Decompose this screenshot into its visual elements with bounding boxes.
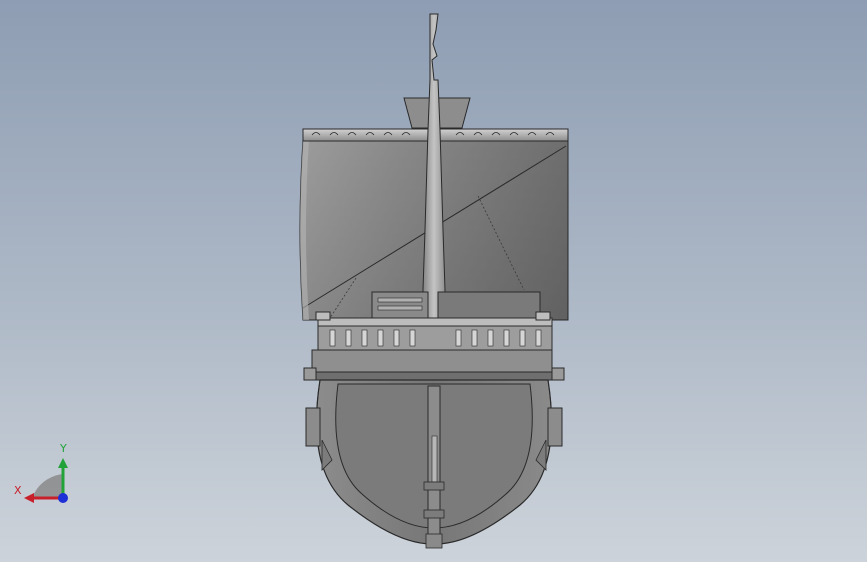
graphics-viewport[interactable]: Y X bbox=[0, 0, 867, 562]
ship-model[interactable] bbox=[0, 0, 867, 562]
y-axis-arrow-icon bbox=[58, 458, 68, 468]
deck-house[interactable] bbox=[371, 291, 541, 321]
x-axis-arrow-icon bbox=[24, 493, 34, 503]
z-axis-dot-icon bbox=[58, 493, 68, 503]
coordinate-triad: Y X bbox=[10, 440, 80, 510]
triad-axes-icon bbox=[24, 458, 68, 503]
y-axis-label: Y bbox=[60, 442, 67, 455]
railing[interactable] bbox=[315, 311, 553, 351]
stern-deck[interactable] bbox=[303, 349, 565, 381]
x-axis-label: X bbox=[14, 484, 22, 497]
